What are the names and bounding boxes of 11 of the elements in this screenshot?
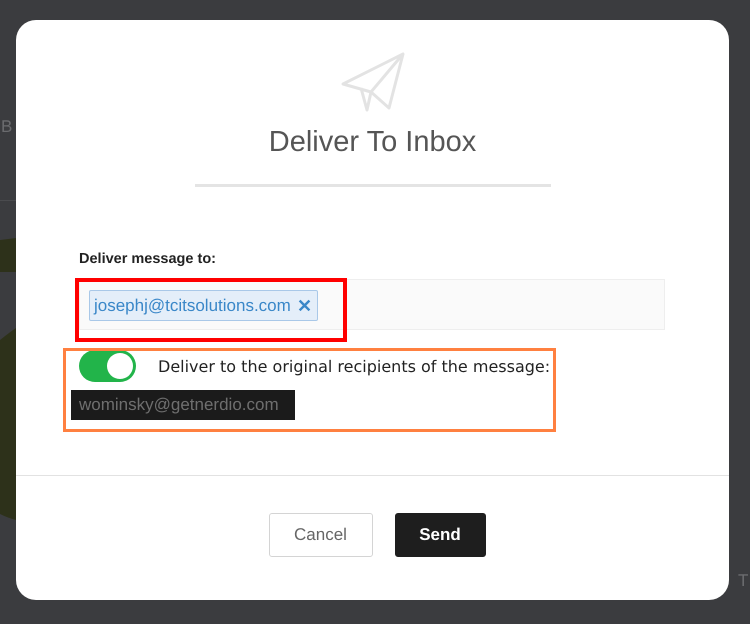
toggle-switch[interactable] [79, 350, 136, 382]
remove-button[interactable]: ✕ [296, 296, 312, 316]
send-button[interactable]: Send [394, 513, 486, 557]
recipients-field[interactable]: josephj@tcitsolutions.com ✕ [79, 279, 665, 330]
recipient-chip[interactable]: josephj@tcitsolutions.com ✕ [89, 290, 318, 321]
field-label: Deliver message to: [79, 250, 218, 268]
paper-plane-icon [340, 52, 404, 112]
dialog-title: Deliver To Inbox [268, 125, 476, 160]
redacted-email: wominsky@getnerdio.com [71, 390, 295, 420]
cancel-button[interactable]: Cancel [268, 513, 372, 557]
toggle-label: Deliver to the original recipients of the message: [158, 356, 550, 376]
